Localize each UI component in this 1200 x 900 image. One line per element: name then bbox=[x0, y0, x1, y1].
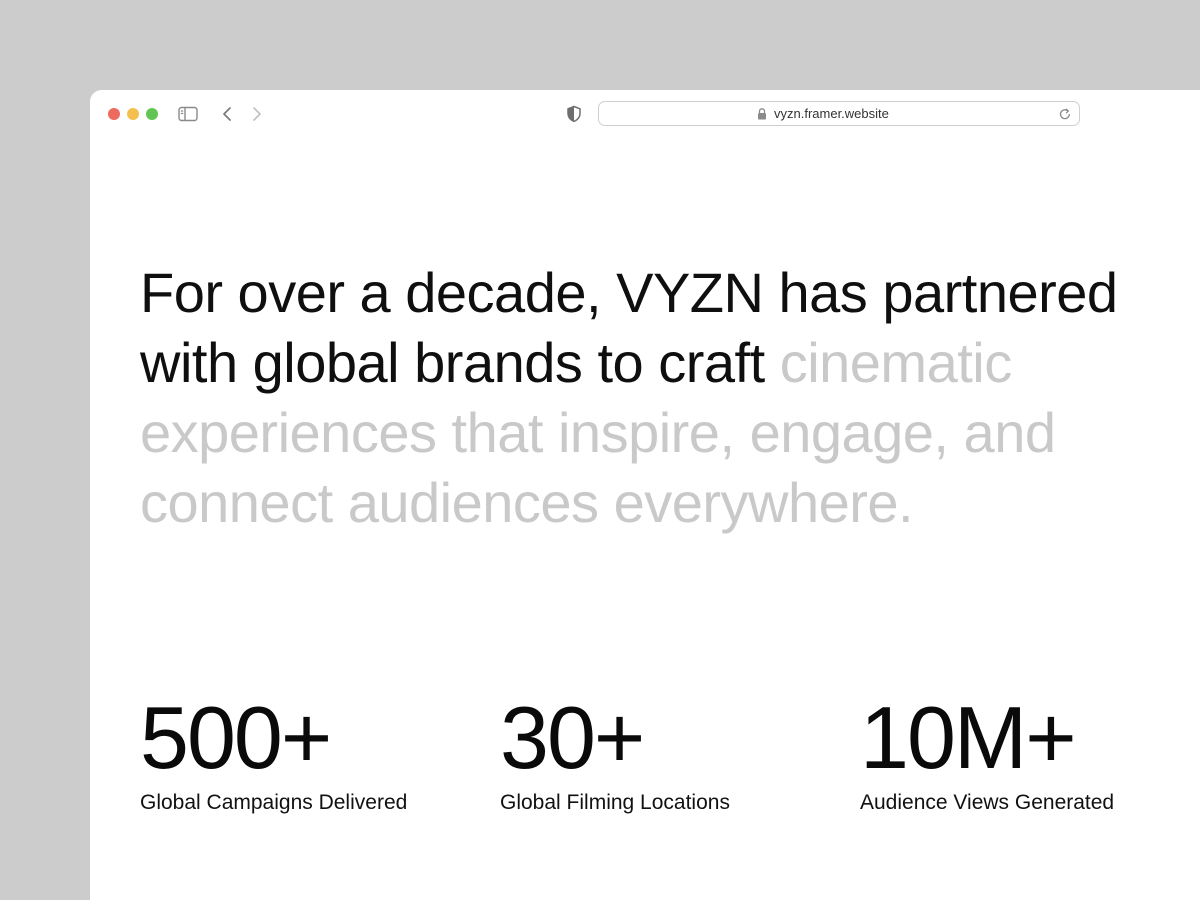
stat-label: Global Campaigns Delivered bbox=[140, 791, 408, 814]
stat-campaigns: 500+ Global Campaigns Delivered bbox=[140, 690, 407, 816]
reload-icon[interactable] bbox=[1058, 107, 1072, 121]
lock-icon bbox=[758, 108, 766, 120]
browser-toolbar: vyzn.framer.website bbox=[90, 90, 1200, 138]
chevron-left-icon[interactable] bbox=[220, 105, 234, 123]
stat-value: 30+ bbox=[500, 688, 645, 787]
address-bar[interactable]: vyzn.framer.website bbox=[598, 101, 1080, 126]
url-text: vyzn.framer.website bbox=[774, 106, 889, 121]
minimize-window-button[interactable] bbox=[127, 108, 139, 120]
sidebar-icon[interactable] bbox=[178, 106, 198, 122]
browser-window: vyzn.framer.website For over a decade, V… bbox=[90, 90, 1200, 900]
stat-label: Audience Views Generated bbox=[860, 791, 1115, 814]
maximize-window-button[interactable] bbox=[146, 108, 158, 120]
close-window-button[interactable] bbox=[108, 108, 120, 120]
stat-label: Global Filming Locations bbox=[500, 791, 730, 814]
stat-value: 500+ bbox=[140, 688, 332, 787]
stat-views: 10M+ Audience Views Generated bbox=[860, 690, 1114, 816]
stat-value: 10M+ bbox=[860, 688, 1077, 787]
shield-icon[interactable] bbox=[566, 105, 582, 123]
hero-headline: For over a decade, VYZN has partnered wi… bbox=[140, 258, 1150, 538]
stat-locations: 30+ Global Filming Locations bbox=[500, 690, 730, 816]
chevron-right-icon[interactable] bbox=[250, 105, 264, 123]
